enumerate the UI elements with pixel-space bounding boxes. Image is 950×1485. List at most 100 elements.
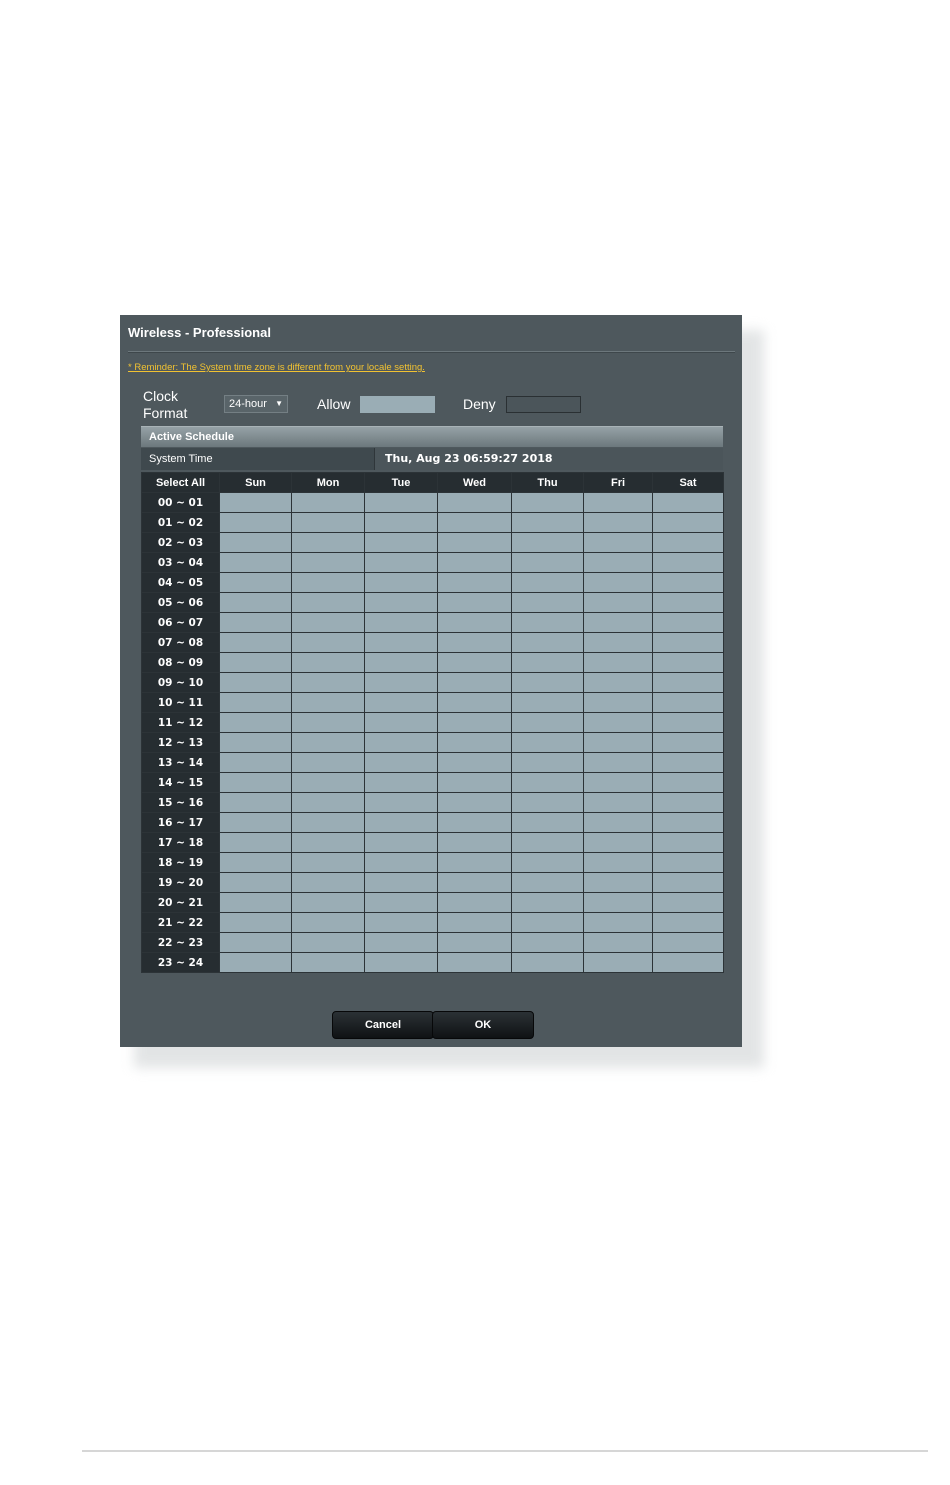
schedule-cell[interactable]	[291, 852, 365, 873]
hour-row-label[interactable]: 17 ~ 18	[141, 832, 220, 853]
schedule-cell[interactable]	[219, 752, 292, 773]
schedule-cell[interactable]	[583, 512, 653, 533]
schedule-cell[interactable]	[511, 852, 584, 873]
schedule-cell[interactable]	[652, 672, 724, 693]
schedule-cell[interactable]	[652, 752, 724, 773]
schedule-cell[interactable]	[652, 792, 724, 813]
schedule-cell[interactable]	[583, 552, 653, 573]
schedule-cell[interactable]	[652, 492, 724, 513]
day-header-tue[interactable]: Tue	[364, 472, 438, 493]
schedule-cell[interactable]	[364, 872, 438, 893]
schedule-cell[interactable]	[291, 692, 365, 713]
schedule-cell[interactable]	[511, 492, 584, 513]
schedule-cell[interactable]	[511, 612, 584, 633]
schedule-cell[interactable]	[219, 632, 292, 653]
hour-row-label[interactable]: 03 ~ 04	[141, 552, 220, 573]
schedule-cell[interactable]	[511, 792, 584, 813]
schedule-cell[interactable]	[511, 552, 584, 573]
hour-row-label[interactable]: 12 ~ 13	[141, 732, 220, 753]
schedule-cell[interactable]	[652, 572, 724, 593]
schedule-cell[interactable]	[511, 592, 584, 613]
schedule-cell[interactable]	[219, 912, 292, 933]
schedule-cell[interactable]	[652, 552, 724, 573]
select-all-button[interactable]: Select All	[141, 472, 220, 493]
schedule-cell[interactable]	[583, 572, 653, 593]
schedule-cell[interactable]	[364, 892, 438, 913]
schedule-cell[interactable]	[437, 712, 512, 733]
clock-format-select[interactable]: 24-hour ▼	[224, 395, 288, 413]
schedule-cell[interactable]	[652, 892, 724, 913]
schedule-cell[interactable]	[291, 492, 365, 513]
schedule-cell[interactable]	[652, 732, 724, 753]
schedule-cell[interactable]	[364, 772, 438, 793]
hour-row-label[interactable]: 06 ~ 07	[141, 612, 220, 633]
day-header-sat[interactable]: Sat	[652, 472, 724, 493]
schedule-cell[interactable]	[291, 612, 365, 633]
schedule-cell[interactable]	[291, 732, 365, 753]
schedule-cell[interactable]	[652, 872, 724, 893]
schedule-cell[interactable]	[511, 512, 584, 533]
schedule-cell[interactable]	[364, 532, 438, 553]
schedule-cell[interactable]	[291, 812, 365, 833]
schedule-cell[interactable]	[291, 932, 365, 953]
schedule-cell[interactable]	[291, 752, 365, 773]
schedule-cell[interactable]	[437, 812, 512, 833]
schedule-cell[interactable]	[511, 712, 584, 733]
schedule-cell[interactable]	[364, 852, 438, 873]
hour-row-label[interactable]: 21 ~ 22	[141, 912, 220, 933]
schedule-cell[interactable]	[364, 692, 438, 713]
schedule-cell[interactable]	[511, 692, 584, 713]
schedule-cell[interactable]	[364, 672, 438, 693]
schedule-cell[interactable]	[652, 952, 724, 973]
schedule-cell[interactable]	[437, 612, 512, 633]
schedule-cell[interactable]	[511, 912, 584, 933]
schedule-cell[interactable]	[652, 772, 724, 793]
schedule-cell[interactable]	[219, 572, 292, 593]
schedule-cell[interactable]	[364, 512, 438, 533]
schedule-cell[interactable]	[219, 872, 292, 893]
schedule-cell[interactable]	[437, 572, 512, 593]
schedule-cell[interactable]	[364, 492, 438, 513]
schedule-cell[interactable]	[291, 712, 365, 733]
schedule-cell[interactable]	[583, 752, 653, 773]
schedule-cell[interactable]	[437, 852, 512, 873]
day-header-thu[interactable]: Thu	[511, 472, 584, 493]
schedule-cell[interactable]	[583, 692, 653, 713]
schedule-cell[interactable]	[364, 592, 438, 613]
schedule-cell[interactable]	[291, 892, 365, 913]
cancel-button[interactable]: Cancel	[332, 1011, 434, 1039]
schedule-cell[interactable]	[437, 952, 512, 973]
schedule-cell[interactable]	[583, 952, 653, 973]
schedule-cell[interactable]	[583, 912, 653, 933]
hour-row-label[interactable]: 08 ~ 09	[141, 652, 220, 673]
schedule-cell[interactable]	[437, 532, 512, 553]
schedule-cell[interactable]	[291, 532, 365, 553]
hour-row-label[interactable]: 00 ~ 01	[141, 492, 220, 513]
schedule-cell[interactable]	[652, 812, 724, 833]
schedule-cell[interactable]	[219, 932, 292, 953]
schedule-cell[interactable]	[511, 872, 584, 893]
day-header-fri[interactable]: Fri	[583, 472, 653, 493]
schedule-cell[interactable]	[437, 832, 512, 853]
schedule-cell[interactable]	[652, 652, 724, 673]
schedule-cell[interactable]	[291, 832, 365, 853]
schedule-cell[interactable]	[511, 772, 584, 793]
schedule-cell[interactable]	[291, 632, 365, 653]
schedule-cell[interactable]	[511, 572, 584, 593]
hour-row-label[interactable]: 13 ~ 14	[141, 752, 220, 773]
schedule-cell[interactable]	[511, 952, 584, 973]
schedule-cell[interactable]	[219, 592, 292, 613]
schedule-cell[interactable]	[583, 632, 653, 653]
schedule-cell[interactable]	[364, 912, 438, 933]
schedule-cell[interactable]	[583, 612, 653, 633]
schedule-cell[interactable]	[364, 952, 438, 973]
hour-row-label[interactable]: 07 ~ 08	[141, 632, 220, 653]
schedule-cell[interactable]	[437, 552, 512, 573]
schedule-cell[interactable]	[511, 832, 584, 853]
schedule-cell[interactable]	[437, 632, 512, 653]
schedule-cell[interactable]	[437, 512, 512, 533]
schedule-cell[interactable]	[511, 812, 584, 833]
hour-row-label[interactable]: 16 ~ 17	[141, 812, 220, 833]
schedule-cell[interactable]	[291, 952, 365, 973]
schedule-cell[interactable]	[291, 592, 365, 613]
